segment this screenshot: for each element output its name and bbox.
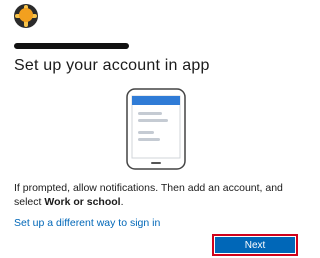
next-button-highlight: Next [212,234,298,256]
phone-illustration-icon [126,88,186,170]
work-or-school-emphasis: Work or school [44,196,121,208]
redacted-account-email [14,43,129,49]
page-title: Set up your account in app [14,57,210,74]
different-sign-in-link[interactable]: Set up a different way to sign in [14,217,160,229]
instructions-text: If prompted, allow notifications. Then a… [14,182,283,208]
next-button[interactable]: Next [215,237,295,253]
org-logo-icon [14,4,38,28]
